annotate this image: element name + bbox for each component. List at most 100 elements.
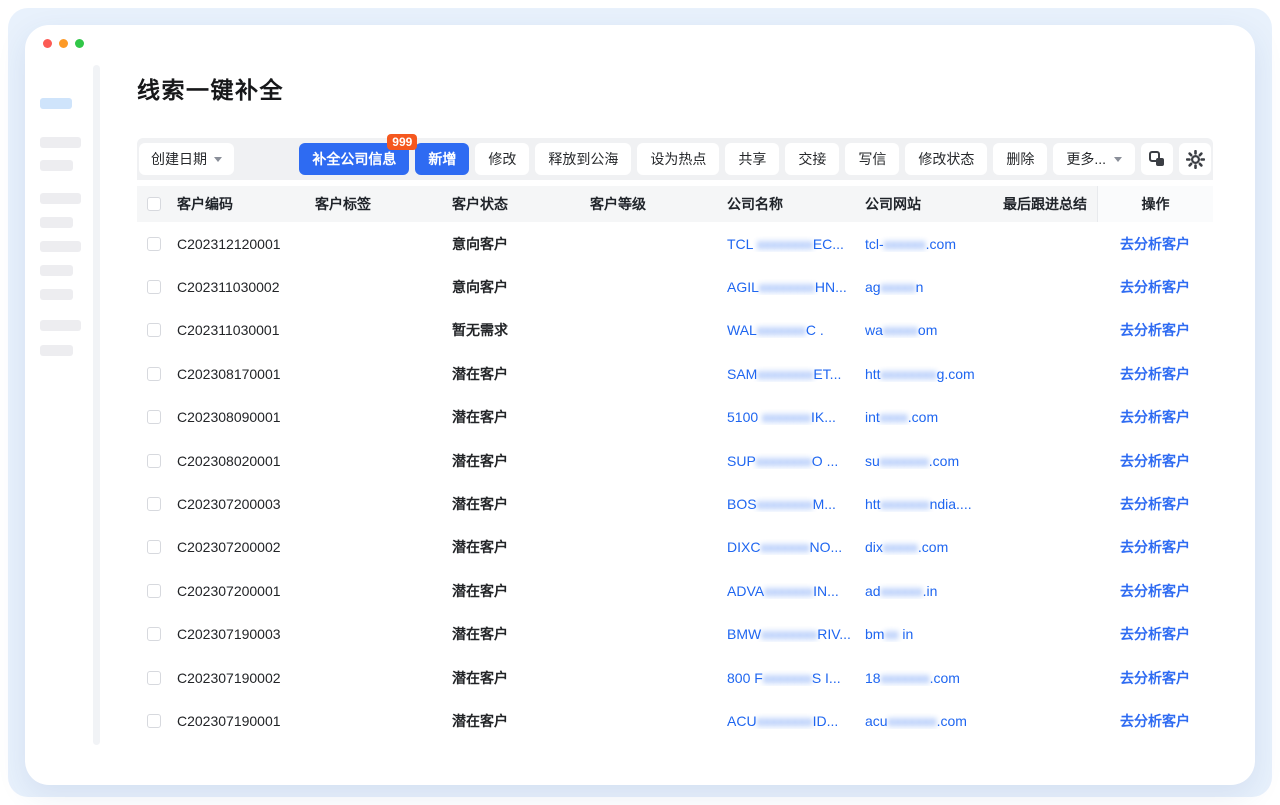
checkbox-cell (137, 237, 177, 251)
sidebar-item[interactable] (40, 241, 81, 252)
company-name-link[interactable]: TCL xxxxxxxxEC... (727, 236, 865, 252)
company-name-link[interactable]: AGILxxxxxxxxHN... (727, 279, 865, 295)
company-website-link[interactable]: httxxxxxxxxg.com (865, 366, 1003, 382)
actions-cell: 去分析客户 (1097, 569, 1213, 612)
company-name-link[interactable]: DIXCxxxxxxxNO... (727, 539, 865, 555)
row-checkbox[interactable] (147, 237, 161, 251)
company-website-redacted: xxxxx (883, 539, 918, 555)
company-website-link[interactable]: httxxxxxxxndia.... (865, 496, 1003, 512)
analyze-customer-link[interactable]: 去分析客户 (1120, 581, 1190, 601)
sidebar-item[interactable] (40, 137, 81, 148)
sidebar-item-active[interactable] (40, 98, 72, 109)
toolbar-button[interactable]: 共享 (725, 143, 779, 175)
company-website-suffix: ndia.... (930, 496, 972, 512)
checkbox-cell (137, 410, 177, 424)
sidebar-item[interactable] (40, 160, 73, 171)
company-website-link[interactable]: 18xxxxxxx.com (865, 670, 1003, 686)
toolbar-button[interactable]: 交接 (785, 143, 839, 175)
company-name-link[interactable]: WALxxxxxxxC . (727, 322, 865, 338)
row-checkbox[interactable] (147, 714, 161, 728)
company-website-link[interactable]: suxxxxxxx.com (865, 453, 1003, 469)
company-name-link[interactable]: ACUxxxxxxxxID... (727, 713, 865, 729)
sidebar-item[interactable] (40, 345, 73, 356)
sidebar-item[interactable] (40, 217, 73, 228)
row-checkbox[interactable] (147, 454, 161, 468)
row-checkbox[interactable] (147, 540, 161, 554)
company-website-link[interactable]: acuxxxxxxx.com (865, 713, 1003, 729)
company-website-link[interactable]: tcl-xxxxxx.com (865, 236, 1003, 252)
customer-code: C202312120001 (177, 236, 315, 252)
analyze-customer-link[interactable]: 去分析客户 (1120, 537, 1190, 557)
table-row: C202307190003 潜在客户 BMWxxxxxxxxRIV... bmx… (137, 613, 1213, 656)
analyze-customer-link[interactable]: 去分析客户 (1120, 277, 1190, 297)
checkbox-cell (137, 323, 177, 337)
company-name-link[interactable]: BMWxxxxxxxxRIV... (727, 626, 865, 642)
analyze-customer-link[interactable]: 去分析客户 (1120, 668, 1190, 688)
company-name-redacted: xxxxxxx (764, 583, 813, 599)
company-name-redacted: xxxxxxxx (757, 366, 813, 382)
sidebar-item[interactable] (40, 265, 73, 276)
date-filter-dropdown[interactable]: 创建日期 (139, 143, 234, 175)
company-website-link[interactable]: dixxxxxx.com (865, 539, 1003, 555)
header-customer-level: 客户等级 (590, 194, 727, 214)
customer-code: C202307190002 (177, 670, 315, 686)
row-checkbox[interactable] (147, 584, 161, 598)
row-checkbox[interactable] (147, 627, 161, 641)
table-row: C202308090001 潜在客户 5100 xxxxxxxIK... int… (137, 396, 1213, 439)
select-all-checkbox[interactable] (147, 197, 161, 211)
company-name-prefix: BOS (727, 496, 757, 512)
add-new-button[interactable]: 新增 (415, 143, 469, 175)
company-name-link[interactable]: SAMxxxxxxxxET... (727, 366, 865, 382)
company-website-link[interactable]: waxxxxxom (865, 322, 1003, 338)
customer-status: 意向客户 (452, 277, 590, 297)
row-checkbox[interactable] (147, 323, 161, 337)
zoom-window-icon[interactable] (75, 39, 84, 48)
company-name-link[interactable]: 800 FxxxxxxxS I... (727, 670, 865, 686)
company-name-prefix: AGIL (727, 279, 759, 295)
company-website-redacted: xxxxx (881, 279, 916, 295)
analyze-customer-link[interactable]: 去分析客户 (1120, 364, 1190, 384)
company-name-link[interactable]: ADVAxxxxxxxIN... (727, 583, 865, 599)
company-name-prefix: ADVA (727, 583, 764, 599)
complete-company-info-button[interactable]: 补全公司信息 999 (299, 143, 409, 175)
company-website-suffix: .com (937, 713, 967, 729)
analyze-customer-link[interactable]: 去分析客户 (1120, 494, 1190, 514)
analyze-customer-link[interactable]: 去分析客户 (1120, 407, 1190, 427)
toolbar-button[interactable]: 修改 (475, 143, 529, 175)
row-checkbox[interactable] (147, 280, 161, 294)
toolbar-button[interactable]: 删除 (993, 143, 1047, 175)
company-website-link[interactable]: agxxxxxn (865, 279, 1003, 295)
toolbar-button[interactable]: 设为热点 (637, 143, 719, 175)
transfer-button[interactable] (1141, 143, 1173, 175)
toolbar-button[interactable]: 释放到公海 (535, 143, 631, 175)
row-checkbox[interactable] (147, 671, 161, 685)
analyze-customer-link[interactable]: 去分析客户 (1120, 451, 1190, 471)
sidebar-item[interactable] (40, 289, 73, 300)
company-name-link[interactable]: SUPxxxxxxxxO ... (727, 453, 865, 469)
transfer-icon (1148, 150, 1166, 168)
row-checkbox[interactable] (147, 410, 161, 424)
close-window-icon[interactable] (43, 39, 52, 48)
sidebar-item[interactable] (40, 193, 81, 204)
settings-button[interactable] (1179, 143, 1211, 175)
company-website-redacted: xxxxxx (881, 583, 923, 599)
table-row: C202308170001 潜在客户 SAMxxxxxxxxET... httx… (137, 352, 1213, 395)
analyze-customer-link[interactable]: 去分析客户 (1120, 711, 1190, 731)
minimize-window-icon[interactable] (59, 39, 68, 48)
toolbar-button[interactable]: 写信 (845, 143, 899, 175)
company-name-suffix: RIV... (817, 626, 851, 642)
company-website-link[interactable]: bmxx in (865, 626, 1003, 642)
toolbar-button[interactable]: 修改状态 (905, 143, 987, 175)
company-name-link[interactable]: BOSxxxxxxxxM... (727, 496, 865, 512)
customer-code: C202307190001 (177, 713, 315, 729)
row-checkbox[interactable] (147, 367, 161, 381)
more-button[interactable]: 更多... (1053, 143, 1135, 175)
analyze-customer-link[interactable]: 去分析客户 (1120, 624, 1190, 644)
row-checkbox[interactable] (147, 497, 161, 511)
analyze-customer-link[interactable]: 去分析客户 (1120, 320, 1190, 340)
company-website-link[interactable]: intxxxx.com (865, 409, 1003, 425)
company-website-link[interactable]: adxxxxxx.in (865, 583, 1003, 599)
sidebar-item[interactable] (40, 320, 81, 331)
company-name-link[interactable]: 5100 xxxxxxxIK... (727, 409, 865, 425)
analyze-customer-link[interactable]: 去分析客户 (1120, 234, 1190, 254)
